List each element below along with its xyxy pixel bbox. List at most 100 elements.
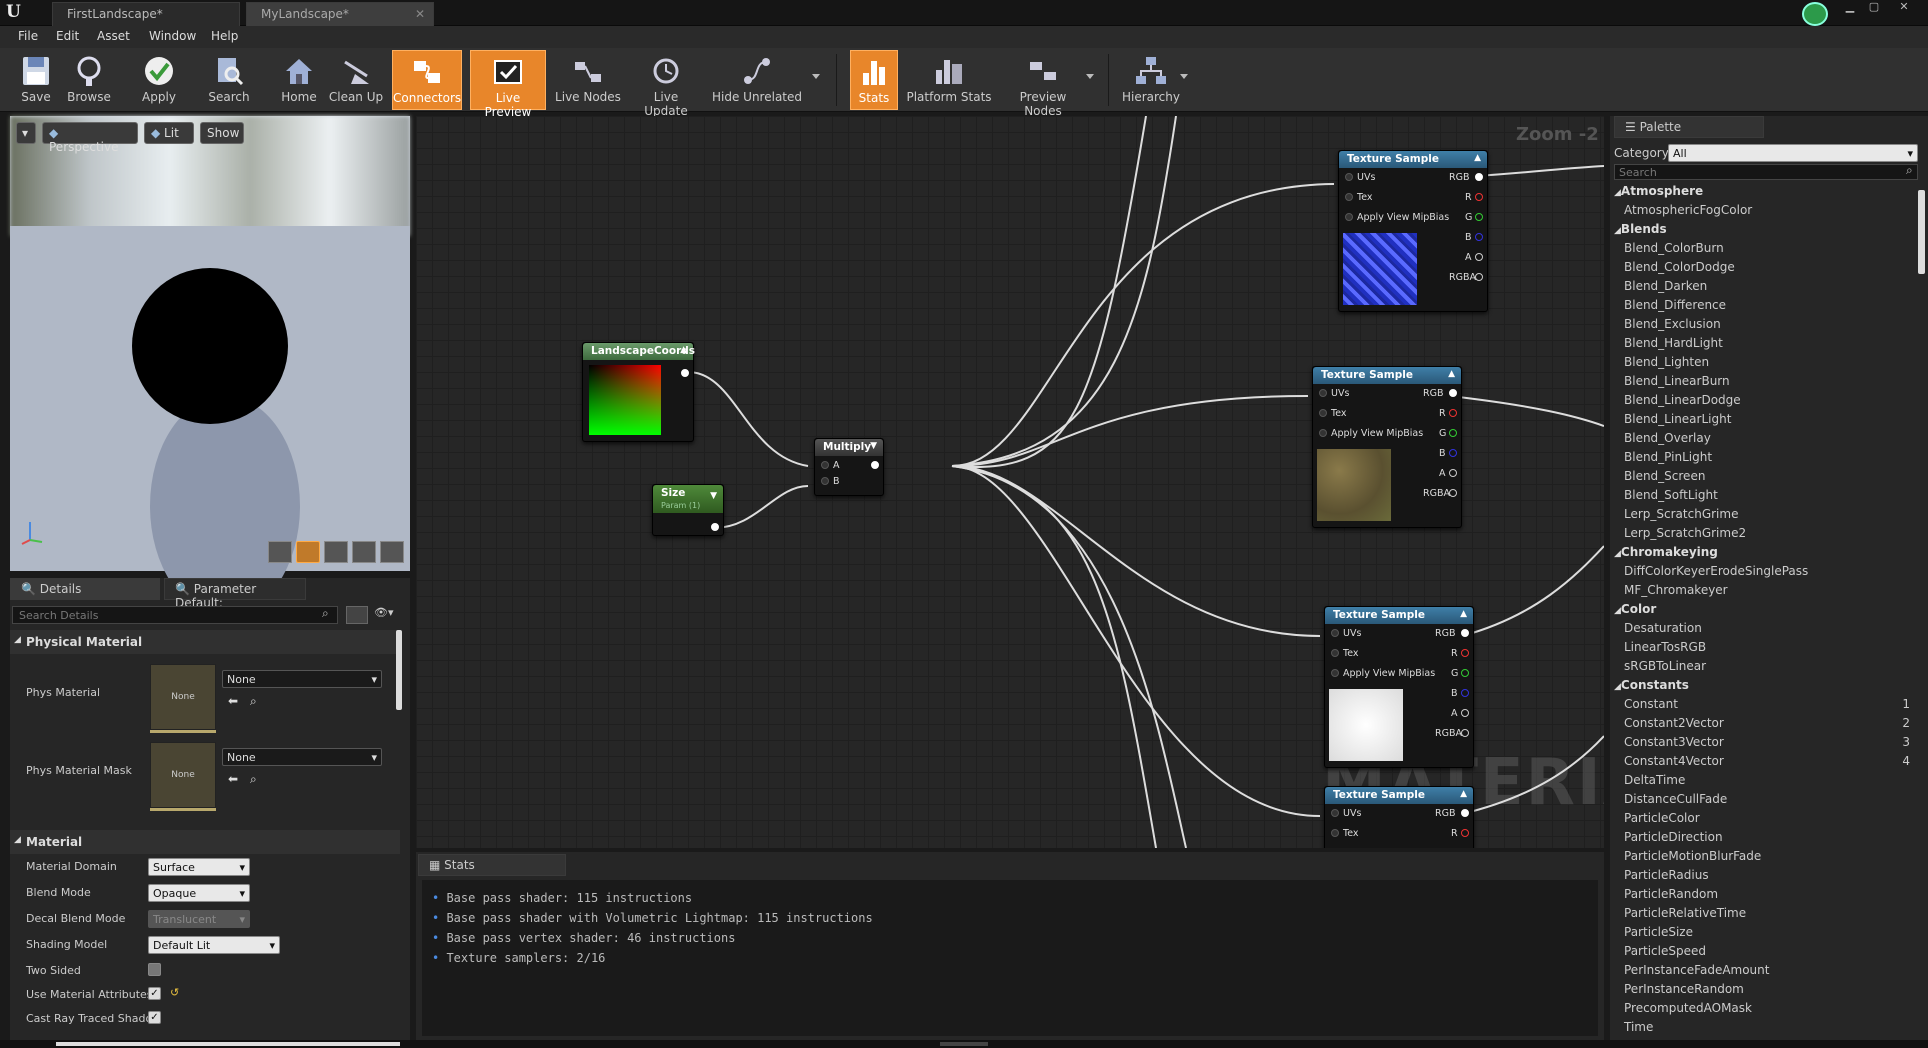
save-button[interactable]: Save	[14, 50, 58, 110]
menu-asset[interactable]: Asset	[97, 29, 130, 43]
collapse-arrow-icon[interactable]: ▲	[680, 345, 687, 355]
palette-category[interactable]: ◢Atmosphere	[1610, 184, 1916, 203]
menu-file[interactable]: File	[18, 29, 38, 43]
phys-material-combo[interactable]: None ▾	[222, 670, 382, 688]
output-pin-g[interactable]	[1449, 429, 1457, 437]
palette-item[interactable]: Blend_ColorBurn	[1610, 241, 1916, 260]
palette-item[interactable]: LinearTosRGB	[1610, 640, 1916, 659]
palette-item[interactable]: DeltaTime	[1610, 773, 1916, 792]
cube-preview-icon[interactable]	[352, 541, 376, 563]
palette-item[interactable]: PerInstanceFadeAmount	[1610, 963, 1916, 982]
palette-item[interactable]: PrecomputedAOMask	[1610, 1001, 1916, 1020]
output-pin[interactable]	[711, 523, 719, 531]
collapse-arrow-icon[interactable]: ▲	[1448, 369, 1455, 379]
shading-model-combo[interactable]: Default Lit ▾	[148, 936, 280, 954]
reset-to-default-icon[interactable]: ↺	[170, 986, 179, 999]
palette-item[interactable]: Blend_ColorDodge	[1610, 260, 1916, 279]
palette-item[interactable]: ParticleRelativeTime	[1610, 906, 1916, 925]
minimize-icon[interactable]: ▁	[1838, 0, 1862, 18]
palette-item[interactable]: ParticleDirection	[1610, 830, 1916, 849]
close-window-icon[interactable]: ✕	[1886, 0, 1922, 18]
material-graph[interactable]: Zoom -2 MATERIAL LandscapeCoords ▲ SizeP…	[416, 116, 1604, 848]
palette-search-input[interactable]: Search	[1614, 164, 1918, 180]
menu-window[interactable]: Window	[149, 29, 196, 43]
maximize-icon[interactable]: ▢	[1862, 0, 1886, 18]
collapse-arrow-icon[interactable]: ▼	[870, 441, 877, 451]
palette-item[interactable]: Constant4Vector 4	[1610, 754, 1916, 773]
palette-category[interactable]: ◢Chromakeying	[1610, 545, 1916, 564]
palette-item[interactable]: Blend_LinearBurn	[1610, 374, 1916, 393]
horizontal-scrollbar[interactable]	[56, 1042, 400, 1046]
use-selected-arrow-icon[interactable]: ⬅	[228, 772, 238, 786]
collapse-arrow-icon[interactable]: ▼	[710, 491, 717, 501]
palette-item[interactable]: PerInstanceRandom	[1610, 982, 1916, 1001]
palette-item[interactable]: MF_Chromakeyer	[1610, 583, 1916, 602]
source-control-icon[interactable]	[1802, 2, 1828, 26]
preview-nodes-button[interactable]: Preview Nodes	[1000, 50, 1086, 118]
output-pin-b[interactable]	[1449, 449, 1457, 457]
input-pin-uvs[interactable]	[1319, 389, 1327, 397]
use-selected-arrow-icon[interactable]: ⬅	[228, 694, 238, 708]
palette-item[interactable]: AtmosphericFogColor	[1610, 203, 1916, 222]
graph-scrollbar[interactable]	[940, 1042, 988, 1046]
palette-item[interactable]: Lerp_ScratchGrime2	[1610, 526, 1916, 545]
cylinder-preview-icon[interactable]	[268, 541, 292, 563]
palette-item[interactable]: Blend_Screen	[1610, 469, 1916, 488]
hide-unrelated-button[interactable]: Hide Unrelated	[712, 50, 802, 110]
close-icon[interactable]: ✕	[415, 7, 425, 21]
palette-item[interactable]: Constant3Vector 3	[1610, 735, 1916, 754]
blend-mode-combo[interactable]: Opaque ▾	[148, 884, 250, 902]
palette-item[interactable]: Constant2Vector 2	[1610, 716, 1916, 735]
phys-material-mask-thumbnail[interactable]: None	[150, 742, 216, 808]
output-pin-r[interactable]	[1449, 409, 1457, 417]
palette-category[interactable]: ◢Color	[1610, 602, 1916, 621]
two-sided-checkbox[interactable]	[148, 963, 161, 976]
output-pin-rgba[interactable]	[1461, 729, 1469, 737]
section-material[interactable]: ◢ Material	[10, 830, 400, 854]
texture-sample-node-3[interactable]: Texture Sample ▲ UVs Tex Apply View MipB…	[1324, 606, 1474, 768]
tab-parameter-defaults[interactable]: 🔍 Parameter Default:	[164, 578, 306, 610]
input-pin-mipbias[interactable]	[1331, 669, 1339, 677]
output-pin-rgb[interactable]	[1461, 809, 1469, 817]
output-pin-a[interactable]	[1449, 469, 1457, 477]
search-details-input[interactable]: Search Details	[12, 606, 338, 624]
palette-scrollbar[interactable]	[1918, 190, 1925, 274]
palette-item[interactable]: DiffColorKeyerErodeSinglePass	[1610, 564, 1916, 583]
stats-button[interactable]: Stats	[850, 50, 898, 110]
palette-item[interactable]: sRGBToLinear	[1610, 659, 1916, 678]
palette-item[interactable]: Time	[1610, 1020, 1916, 1039]
output-pin-r[interactable]	[1461, 829, 1469, 837]
preview-nodes-dropdown-icon[interactable]	[1086, 74, 1094, 79]
viewport-options-dropdown[interactable]: ▾	[16, 122, 36, 144]
output-pin-b[interactable]	[1475, 233, 1483, 241]
input-pin-b[interactable]	[821, 477, 829, 485]
output-pin-rgba[interactable]	[1449, 489, 1457, 497]
live-update-button[interactable]: Live Update	[632, 50, 700, 118]
tab-palette[interactable]: ☰ Palette	[1614, 116, 1764, 138]
hierarchy-dropdown-icon[interactable]	[1180, 74, 1188, 79]
preview-viewport[interactable]: ▾ ◆ Perspective ◆ Lit Show	[10, 116, 410, 616]
palette-item[interactable]: ParticleRadius	[1610, 868, 1916, 887]
hide-unrelated-dropdown-icon[interactable]	[812, 74, 820, 79]
phys-material-thumbnail[interactable]: None	[150, 664, 216, 730]
output-pin-g[interactable]	[1461, 669, 1469, 677]
visibility-eye-icon[interactable]: 👁▾	[374, 606, 402, 624]
view-options-icon[interactable]	[346, 606, 368, 624]
input-pin-mipbias[interactable]	[1319, 429, 1327, 437]
search-button[interactable]: Search	[204, 50, 254, 110]
output-pin-b[interactable]	[1461, 689, 1469, 697]
palette-item[interactable]: DistanceCullFade	[1610, 792, 1916, 811]
live-preview-button[interactable]: Live Preview	[470, 50, 546, 119]
collapse-arrow-icon[interactable]: ▲	[1474, 153, 1481, 163]
output-pin-a[interactable]	[1461, 709, 1469, 717]
show-button[interactable]: Show	[200, 122, 244, 144]
apply-button[interactable]: Apply	[136, 50, 182, 110]
details-scrollbar[interactable]	[396, 630, 402, 710]
palette-item[interactable]: Blend_Darken	[1610, 279, 1916, 298]
palette-item[interactable]: Blend_Lighten	[1610, 355, 1916, 374]
palette-category[interactable]: ◢Blends	[1610, 222, 1916, 241]
browse-asset-icon[interactable]: ⌕	[250, 772, 257, 787]
material-domain-combo[interactable]: Surface ▾	[148, 858, 250, 876]
custom-mesh-preview-icon[interactable]	[380, 541, 404, 563]
collapse-arrow-icon[interactable]: ▲	[1460, 609, 1467, 619]
